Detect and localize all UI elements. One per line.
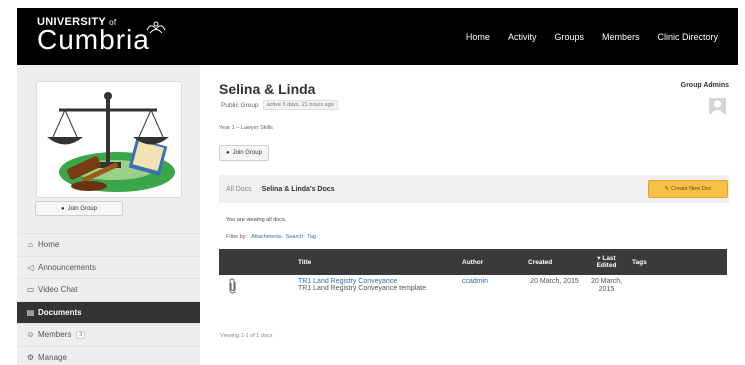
pagination-count: Viewing 1-1 of 1 docs: [220, 333, 273, 339]
last-edited-line2: Edited: [596, 262, 617, 269]
sort-desc-icon: ▾: [597, 255, 601, 262]
filter-attachments-link[interactable]: Attachments: [251, 234, 282, 240]
page-title: Selina & Linda: [219, 81, 316, 97]
members-icon: ☺: [26, 330, 35, 340]
user-silhouette-icon: [711, 100, 724, 114]
last-edited-column-header[interactable]: ▾ Last Edited: [581, 255, 628, 269]
speech-bubble-icon: ●: [61, 205, 65, 212]
members-count-badge: 3: [76, 330, 86, 339]
group-admins-heading: Group Admins: [680, 82, 729, 89]
table-row: TR1 Land Registry Conveyance TR1 Land Re…: [219, 275, 727, 297]
sidebar-item-label: Announcements: [38, 262, 96, 272]
group-avatar[interactable]: [36, 81, 182, 198]
create-new-doc-button[interactable]: ✎ Create New Doc: [648, 180, 728, 198]
sidebar-join-label: Join Group: [67, 205, 97, 212]
sidebar-item-announcements[interactable]: ◁ Announcements: [17, 255, 200, 279]
join-group-button[interactable]: ● Join Group: [219, 145, 269, 161]
last-edited-line1: Last: [602, 255, 616, 262]
sidebar-item-label: Video Chat: [38, 285, 78, 295]
nav-activity[interactable]: Activity: [508, 32, 537, 42]
tab-group-docs[interactable]: Selina & Linda's Docs: [262, 186, 335, 193]
doc-author-link[interactable]: ccadmin: [458, 278, 524, 297]
doc-excerpt: TR1 Land Registry Conveyance template.: [298, 285, 428, 292]
table-header: Title Author Created ▾ Last Edited Tags: [219, 249, 727, 275]
tab-all-docs[interactable]: All Docs: [226, 186, 252, 193]
filter-tag-link[interactable]: Tag: [307, 234, 316, 240]
documents-icon: ▤: [26, 307, 35, 317]
doc-tags: [628, 278, 727, 297]
sidebar-item-label: Members: [38, 330, 72, 340]
group-sidebar: ● Join Group ⌂ Home ◁ Announcements ▭ Vi…: [17, 65, 200, 365]
title-column-header[interactable]: Title: [294, 259, 458, 266]
sidebar-join-group-button[interactable]: ● Join Group: [35, 201, 123, 216]
sidebar-item-label: Manage: [38, 352, 67, 362]
group-nav: ⌂ Home ◁ Announcements ▭ Video Chat ▤ Do…: [17, 233, 200, 365]
activity-badge: active 3 days, 21 hours ago: [262, 100, 338, 110]
group-description: Year 1 – Lawyer Skills: [219, 125, 273, 131]
sidebar-item-label: Documents: [38, 307, 82, 317]
nav-home[interactable]: Home: [466, 32, 490, 42]
logo-name: Cumbria: [37, 24, 150, 55]
tags-column-header: Tags: [632, 258, 647, 266]
sidebar-item-documents[interactable]: ▤ Documents: [17, 300, 200, 323]
main-nav: Home Activity Groups Members Clinic Dire…: [466, 8, 718, 65]
filter-bar: Filter by: Attachments Search Tag: [226, 234, 316, 240]
docs-table: Title Author Created ▾ Last Edited Tags …: [219, 249, 727, 297]
university-logo[interactable]: UNIVERSITY of Cumbria: [37, 16, 166, 55]
gear-icon: ⚙: [26, 352, 35, 362]
group-main: Selina & Linda Public Group active 3 day…: [200, 65, 745, 365]
filter-label: Filter by:: [226, 234, 248, 240]
group-meta: Public Group active 3 days, 21 hours ago: [221, 100, 338, 110]
viewing-all-notice: You are viewing all docs.: [226, 217, 287, 223]
sidebar-item-video-chat[interactable]: ▭ Video Chat: [17, 278, 200, 301]
admin-avatar[interactable]: [709, 98, 726, 114]
paperclip-icon: [219, 278, 294, 297]
crest-icon: [146, 21, 166, 34]
filter-search-link[interactable]: Search: [286, 234, 303, 240]
site-header: UNIVERSITY of Cumbria Home Activity Grou…: [17, 8, 738, 65]
megaphone-icon: ◁: [27, 262, 34, 272]
doc-edited-date: 20 March, 2015: [590, 278, 623, 293]
author-column-header[interactable]: Author: [458, 259, 524, 266]
sidebar-item-label: Home: [38, 240, 60, 250]
edit-icon: ✎: [664, 186, 670, 192]
sidebar-item-members[interactable]: ☺ Members 3: [17, 323, 200, 346]
doc-created-date: 20 March, 2015: [530, 278, 579, 285]
scales-of-justice-icon: [47, 92, 175, 192]
create-doc-label: Create New Doc: [671, 186, 712, 192]
sidebar-item-home[interactable]: ⌂ Home: [17, 233, 200, 256]
nav-clinic-directory[interactable]: Clinic Directory: [657, 32, 718, 42]
join-group-label: Join Group: [232, 150, 262, 156]
video-icon: ▭: [26, 285, 35, 295]
speech-bubble-icon: ●: [226, 150, 230, 156]
nav-groups[interactable]: Groups: [554, 32, 584, 42]
created-column-header[interactable]: Created: [524, 259, 581, 266]
sidebar-item-manage[interactable]: ⚙ Manage: [17, 345, 200, 365]
nav-members[interactable]: Members: [602, 32, 640, 42]
home-icon: ⌂: [28, 240, 33, 250]
group-type: Public Group: [221, 101, 259, 109]
doc-title-link[interactable]: TR1 Land Registry Conveyance: [298, 278, 458, 285]
